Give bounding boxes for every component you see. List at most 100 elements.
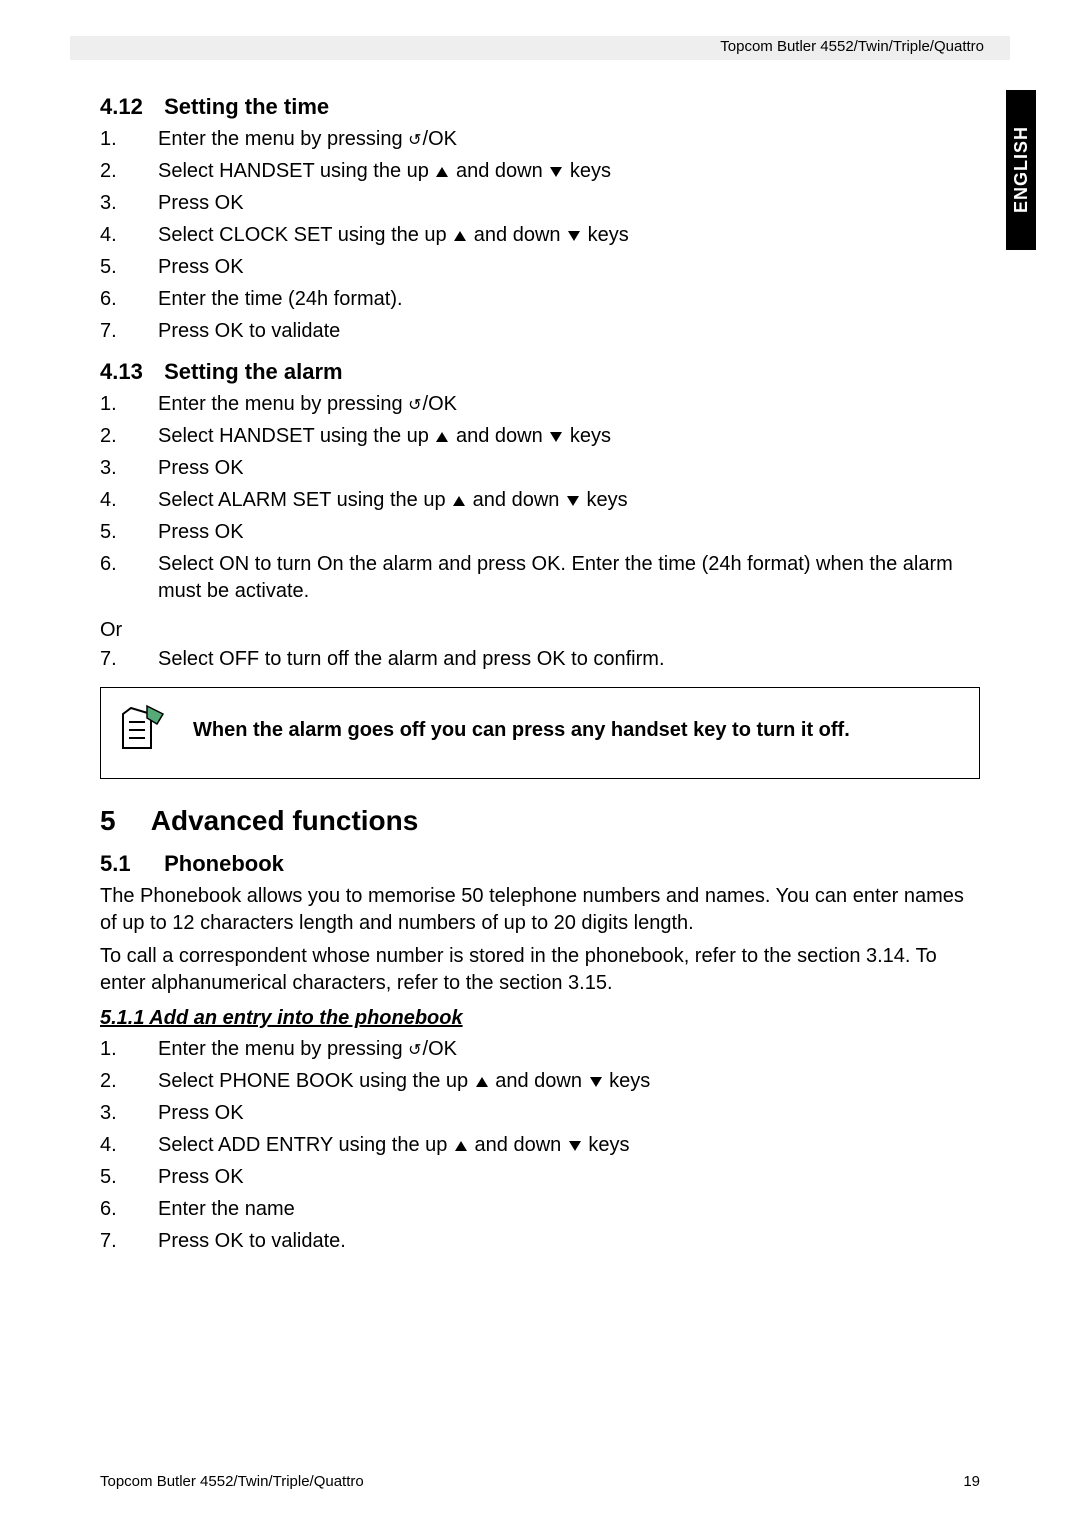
up-icon [436,432,448,442]
list-item: 5.Press OK [100,519,980,546]
step-text: Press OK [158,519,980,546]
down-icon [567,496,579,506]
step-text: Select PHONE BOOK using the up and down … [158,1068,980,1095]
list-item: 3.Press OK [100,455,980,482]
list-item: 7.Press OK to validate. [100,1228,980,1255]
step-number: 7. [100,646,158,673]
redial-icon: ↺ [408,395,421,417]
step-number: 4. [100,1132,158,1159]
step-number: 3. [100,455,158,482]
step-number: 5. [100,1164,158,1191]
step-number: 2. [100,423,158,450]
redial-icon: ↺ [408,130,421,152]
note-box: When the alarm goes off you can press an… [100,687,980,779]
step-number: 7. [100,318,158,345]
list-item: 4.Select ADD ENTRY using the up and down… [100,1132,980,1159]
step-text: Select ALARM SET using the up and down k… [158,487,980,514]
step-text: Press OK to validate [158,318,980,345]
step-number: 5. [100,254,158,281]
step-text: Press OK to validate. [158,1228,980,1255]
step-text: Select ADD ENTRY using the up and down k… [158,1132,980,1159]
section-title: Setting the time [164,94,329,119]
list-item: 2.Select PHONE BOOK using the up and dow… [100,1068,980,1095]
footer-page-number: 19 [963,1473,980,1490]
list-item: 7.Select OFF to turn off the alarm and p… [100,646,980,673]
section-5-1-heading: 5.1 Phonebook [100,851,980,877]
section-4-12-steps: 1.Enter the menu by pressing ↺/OK 2.Sele… [100,126,980,345]
subsection-5-1-1-heading: 5.1.1 Add an entry into the phonebook [100,1007,980,1030]
down-icon [590,1077,602,1087]
step-text: Enter the menu by pressing ↺/OK [158,126,980,153]
step-number: 1. [100,391,158,418]
section-5-1-para-2: To call a correspondent whose number is … [100,943,980,997]
header-product: Topcom Butler 4552/Twin/Triple/Quattro [720,38,984,55]
up-icon [454,231,466,241]
list-item: 4.Select CLOCK SET using the up and down… [100,222,980,249]
language-tab-label: ENGLISH [1011,126,1032,213]
subsection-5-1-1-steps: 1.Enter the menu by pressing ↺/OK 2.Sele… [100,1036,980,1255]
down-icon [550,432,562,442]
list-item: 5.Press OK [100,1164,980,1191]
or-label: Or [100,619,980,642]
step-text: Press OK [158,1164,980,1191]
step-number: 7. [100,1228,158,1255]
step-number: 6. [100,551,158,605]
section-title: Setting the alarm [164,359,342,384]
step-number: 6. [100,286,158,313]
list-item: 4.Select ALARM SET using the up and down… [100,487,980,514]
step-text: Select ON to turn On the alarm and press… [158,551,980,605]
step-number: 1. [100,1036,158,1063]
step-number: 6. [100,1196,158,1223]
section-4-12-heading: 4.12 Setting the time [100,94,980,120]
step-text: Select CLOCK SET using the up and down k… [158,222,980,249]
page: Topcom Butler 4552/Twin/Triple/Quattro E… [0,0,1080,1528]
section-4-13-steps: 1.Enter the menu by pressing ↺/OK 2.Sele… [100,391,980,605]
list-item: 7.Press OK to validate [100,318,980,345]
list-item: 3.Press OK [100,190,980,217]
list-item: 5.Press OK [100,254,980,281]
section-title: Phonebook [164,851,284,876]
section-number: 4.12 [100,94,158,120]
note-text: When the alarm goes off you can press an… [193,719,850,742]
footer-left: Topcom Butler 4552/Twin/Triple/Quattro [100,1473,364,1490]
step-number: 3. [100,190,158,217]
step-text: Press OK [158,190,980,217]
list-item: 2.Select HANDSET using the up and down k… [100,158,980,185]
chapter-number: 5 [100,805,144,837]
step-text: Select OFF to turn off the alarm and pre… [158,646,980,673]
step-number: 3. [100,1100,158,1127]
step-number: 4. [100,222,158,249]
section-4-13-heading: 4.13 Setting the alarm [100,359,980,385]
down-icon [550,167,562,177]
step-number: 2. [100,1068,158,1095]
up-icon [455,1141,467,1151]
list-item: 1.Enter the menu by pressing ↺/OK [100,391,980,418]
up-icon [453,496,465,506]
step-text: Enter the time (24h format). [158,286,980,313]
list-item: 2.Select HANDSET using the up and down k… [100,423,980,450]
down-icon [568,231,580,241]
step-text: Enter the menu by pressing ↺/OK [158,1036,980,1063]
up-icon [436,167,448,177]
up-icon [476,1077,488,1087]
chapter-5-heading: 5 Advanced functions [100,805,980,837]
step-text: Enter the name [158,1196,980,1223]
note-icon [117,704,165,756]
step-text: Press OK [158,1100,980,1127]
step-number: 5. [100,519,158,546]
step-text: Enter the menu by pressing ↺/OK [158,391,980,418]
step-number: 1. [100,126,158,153]
list-item: 6.Enter the time (24h format). [100,286,980,313]
list-item: 1.Enter the menu by pressing ↺/OK [100,1036,980,1063]
list-item: 1.Enter the menu by pressing ↺/OK [100,126,980,153]
step-number: 4. [100,487,158,514]
section-5-1-para-1: The Phonebook allows you to memorise 50 … [100,883,980,937]
step-text: Press OK [158,455,980,482]
list-item: 6.Select ON to turn On the alarm and pre… [100,551,980,605]
section-number: 4.13 [100,359,158,385]
list-item: 3.Press OK [100,1100,980,1127]
step-text: Select HANDSET using the up and down key… [158,423,980,450]
redial-icon: ↺ [408,1040,421,1062]
section-number: 5.1 [100,851,158,877]
step-text: Press OK [158,254,980,281]
